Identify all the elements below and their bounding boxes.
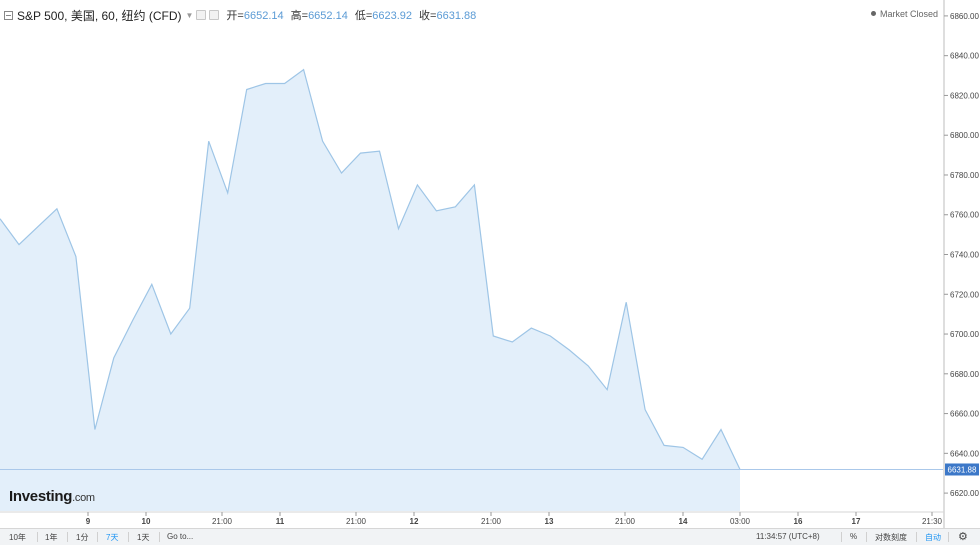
divider (841, 532, 842, 542)
chevron-down-icon[interactable]: ▼ (186, 11, 194, 20)
x-tick-label: 21:00 (212, 517, 233, 526)
ohlc-open: 开=6652.14 (226, 10, 284, 22)
x-tick-label: 17 (852, 517, 861, 526)
chart-header: S&P 500, 美国, 60, 纽约 (CFD) ▼ 开=6652.14 高=… (0, 6, 476, 24)
symbol-title[interactable]: S&P 500, 美国, 60, 纽约 (CFD) (17, 7, 182, 24)
x-tick-label: 21:00 (481, 517, 502, 526)
y-tick-label: 6820.00 (950, 91, 979, 100)
settings-toggle-icon[interactable] (196, 10, 207, 20)
y-tick-label: 6720.00 (950, 290, 979, 299)
price-chart[interactable]: 6620.00 6640.00 6660.00 6680.00 6700.00 6720.… (0, 0, 980, 545)
y-tick-label: 6800.00 (950, 131, 979, 140)
log-scale-toggle[interactable]: 对数刻度 (875, 532, 907, 543)
ohlc-high: 高=6652.14 (290, 10, 348, 22)
y-tick-label: 6640.00 (950, 449, 979, 458)
x-tick-label: 13 (545, 517, 554, 526)
clock-readout: 11:34:57 (UTC+8) (756, 532, 820, 541)
divider (948, 532, 949, 542)
x-axis: 9 10 21:00 11 21:00 12 21:00 13 21:00 14 03:00 16 17… (0, 511, 944, 526)
market-status: Market Closed (870, 9, 938, 19)
y-tick-label: 6760.00 (950, 211, 979, 220)
bottom-toolbar: 10年 1年 1分 7天 1天 Go to... 11:34:57 (UTC+8… (0, 528, 980, 545)
y-tick-label: 6860.00 (950, 12, 979, 21)
divider (866, 532, 867, 542)
x-tick-label: 16 (794, 517, 803, 526)
last-price-label: 6631.88 (948, 465, 977, 474)
last-price-tag: 6631.88 (945, 463, 979, 476)
x-tick-label: 12 (410, 517, 419, 526)
y-tick-label: 6840.00 (950, 52, 979, 61)
y-tick-label: 6700.00 (950, 330, 979, 339)
y-tick-label: 6680.00 (950, 370, 979, 379)
x-tick-label: 9 (86, 517, 91, 526)
range-button-7d[interactable]: 7天 (106, 532, 118, 543)
y-tick-label: 6620.00 (950, 489, 979, 498)
divider (97, 532, 98, 542)
y-axis: 6620.00 6640.00 6660.00 6680.00 6700.00 6720.… (944, 12, 979, 498)
collapse-icon[interactable] (4, 10, 13, 20)
x-tick-label: 03:00 (730, 517, 751, 526)
percent-scale-toggle[interactable]: % (850, 532, 857, 541)
range-button-1m[interactable]: 1分 (76, 532, 88, 543)
x-tick-label: 21:00 (346, 517, 367, 526)
divider (916, 532, 917, 542)
auto-scale-toggle[interactable]: 自动 (925, 532, 941, 543)
ohlc-low: 低=6623.92 (354, 10, 413, 22)
y-tick-label: 6740.00 (950, 251, 979, 260)
range-button-1y[interactable]: 1年 (45, 532, 57, 543)
range-button-1d[interactable]: 1天 (137, 532, 149, 543)
divider (37, 532, 38, 542)
divider (159, 532, 160, 542)
divider (128, 532, 129, 542)
price-area (0, 69, 740, 511)
y-tick-label: 6660.00 (950, 410, 979, 419)
divider (67, 532, 68, 542)
goto-button[interactable]: Go to... (167, 532, 193, 541)
gear-icon[interactable]: ⚙ (958, 530, 968, 543)
investing-logo[interactable]: Investing.com (9, 488, 95, 505)
status-dot-icon (870, 11, 876, 16)
close-icon[interactable] (209, 10, 220, 20)
x-tick-label: 14 (679, 517, 688, 526)
x-tick-label: 11 (276, 517, 285, 526)
x-tick-label: 21:00 (615, 517, 636, 526)
range-button-10y[interactable]: 10年 (9, 532, 26, 543)
x-tick-label: 21:30 (922, 517, 943, 526)
x-tick-label: 10 (142, 517, 151, 526)
y-tick-label: 6780.00 (950, 171, 979, 180)
ohlc-close: 收=6631.88 (419, 10, 477, 22)
